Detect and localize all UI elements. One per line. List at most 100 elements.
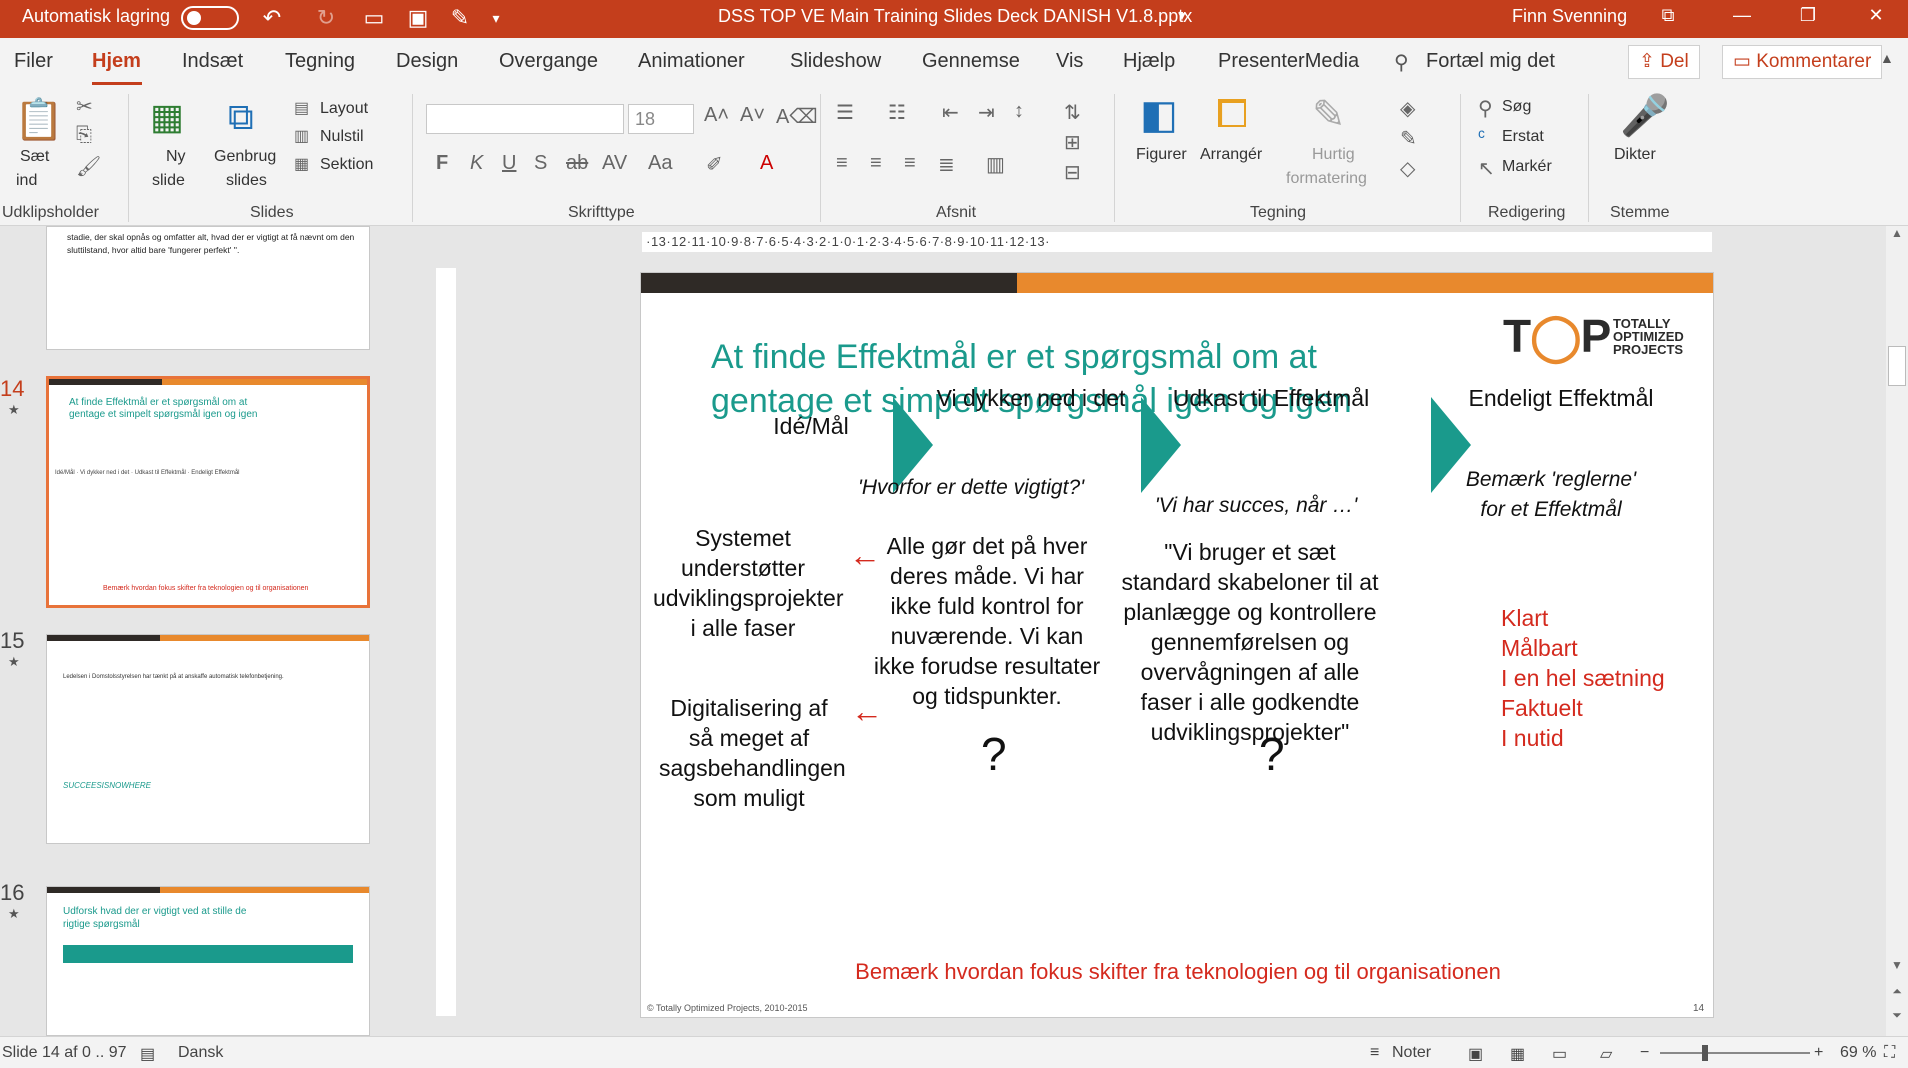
change-case-icon[interactable]: Aa bbox=[648, 152, 672, 175]
replace-button[interactable]: Erstat bbox=[1502, 128, 1544, 146]
quick-styles-label-2[interactable]: formatering bbox=[1286, 170, 1367, 188]
select-icon[interactable]: ↖ bbox=[1478, 156, 1495, 181]
edit-icon[interactable]: ✎ bbox=[446, 4, 474, 32]
tell-me-box[interactable]: Fortæl mig det bbox=[1426, 50, 1555, 73]
text-direction-icon[interactable]: ⇅ bbox=[1064, 100, 1081, 125]
horizontal-ruler[interactable]: ·13·12·11·10·9·8·7·6·5·4·3·2·1·0·1·2·3·4… bbox=[642, 232, 1712, 252]
justify-icon[interactable]: ≣ bbox=[938, 152, 955, 177]
maximize-button[interactable]: ❐ bbox=[1780, 0, 1836, 32]
undo-icon[interactable]: ↶ bbox=[258, 4, 286, 32]
search-icon[interactable]: ⚲ bbox=[1394, 50, 1409, 75]
clear-format-icon[interactable]: A⌫ bbox=[776, 104, 818, 129]
canvas-scrollbar[interactable]: ▲ ▼ ⏶ ⏷ bbox=[1886, 226, 1908, 1036]
scroll-down-icon[interactable]: ▼ bbox=[1886, 958, 1908, 980]
font-color-icon[interactable]: A bbox=[760, 152, 773, 175]
select-button[interactable]: Markér bbox=[1502, 158, 1552, 176]
fit-to-window-icon[interactable]: ⛶ bbox=[1884, 1044, 1895, 1062]
bold-icon[interactable]: F bbox=[436, 152, 448, 175]
increase-indent-icon[interactable]: ⇥ bbox=[978, 100, 995, 125]
reuse-slides-label-1[interactable]: Genbrug bbox=[214, 148, 276, 166]
user-name[interactable]: Finn Svenning bbox=[1512, 0, 1627, 38]
zoom-out-icon[interactable]: − bbox=[1640, 1044, 1649, 1062]
tab-slideshow[interactable]: Slideshow bbox=[790, 50, 881, 73]
reading-view-icon[interactable]: ▭ bbox=[1552, 1044, 1567, 1064]
tab-tegning[interactable]: Tegning bbox=[285, 50, 355, 73]
slide-sorter-icon[interactable]: ▦ bbox=[1510, 1044, 1525, 1064]
title-dropdown-icon[interactable]: ▼ bbox=[1176, 0, 1188, 38]
paste-label-2[interactable]: ind bbox=[16, 172, 37, 190]
font-size-combo[interactable]: 18 bbox=[628, 104, 694, 134]
format-painter-icon[interactable]: 🖌 bbox=[76, 154, 101, 179]
autosave-toggle[interactable] bbox=[181, 6, 239, 30]
shapes-icon[interactable]: ◧ bbox=[1140, 92, 1178, 138]
paste-icon[interactable]: 📋 bbox=[14, 96, 64, 146]
col2-header[interactable]: Vi dykker ned i det bbox=[931, 383, 1131, 413]
shape-effects-icon[interactable]: ◇ bbox=[1400, 156, 1415, 181]
col2-body[interactable]: Alle gør det på hver deres måde. Vi har … bbox=[869, 531, 1105, 711]
tab-animationer[interactable]: Animationer bbox=[638, 50, 745, 73]
col3-question-mark[interactable]: ? bbox=[1259, 727, 1285, 781]
col1-item-system[interactable]: Systemet understøtter udviklingsprojekte… bbox=[653, 523, 843, 643]
reset-icon[interactable]: ▥ bbox=[294, 126, 309, 146]
col3-header[interactable]: Udkast til Effektmål bbox=[1171, 383, 1371, 413]
tab-presentermedia[interactable]: PresenterMedia bbox=[1218, 50, 1359, 73]
scroll-thumb[interactable] bbox=[1888, 346, 1906, 386]
close-button[interactable]: ✕ bbox=[1848, 0, 1904, 32]
scroll-up-icon[interactable]: ▲ bbox=[1886, 226, 1908, 248]
rules-list[interactable]: Klart Målbart I en hel sætning Faktuelt … bbox=[1501, 603, 1665, 753]
tab-hjem[interactable]: Hjem bbox=[92, 50, 141, 73]
bullets-icon[interactable]: ☰ bbox=[836, 100, 854, 125]
columns-icon[interactable]: ▥ bbox=[986, 152, 1005, 177]
share-button[interactable]: ⇪ Del bbox=[1628, 45, 1700, 79]
present-icon[interactable]: ▭ bbox=[360, 4, 388, 32]
reuse-slides-icon[interactable]: ⧉ bbox=[228, 96, 254, 139]
italic-icon[interactable]: K bbox=[470, 152, 483, 175]
col4-note[interactable]: Bemærk 'reglerne' for et Effektmål bbox=[1461, 465, 1641, 525]
section-button[interactable]: Sektion bbox=[320, 156, 373, 174]
arrange-icon[interactable]: ⧠ bbox=[1216, 92, 1248, 137]
next-slide-icon[interactable]: ⏷ bbox=[1886, 1008, 1908, 1030]
previous-slide-icon[interactable]: ⏶ bbox=[1886, 984, 1908, 1006]
spellcheck-icon[interactable]: ▤ bbox=[140, 1044, 155, 1064]
thumbnail-16[interactable]: Udforsk hvad der er vigtigt ved at still… bbox=[46, 886, 370, 1036]
reset-button[interactable]: Nulstil bbox=[320, 128, 364, 146]
cut-icon[interactable]: ✂ bbox=[76, 94, 93, 119]
decrease-indent-icon[interactable]: ⇤ bbox=[942, 100, 959, 125]
zoom-slider-thumb[interactable] bbox=[1702, 1045, 1708, 1061]
minimize-button[interactable]: — bbox=[1714, 0, 1770, 32]
quick-styles-label-1[interactable]: Hurtig bbox=[1312, 146, 1355, 164]
col1-item-digitalisation[interactable]: Digitalisering af så meget af sagsbehand… bbox=[659, 693, 846, 813]
font-name-combo[interactable] bbox=[426, 104, 624, 134]
comments-button[interactable]: ▭ Kommentarer bbox=[1722, 45, 1883, 79]
dictate-button[interactable]: Dikter bbox=[1614, 146, 1656, 164]
col3-question[interactable]: 'Vi har succes, når …' bbox=[1121, 491, 1391, 521]
zoom-slider[interactable] bbox=[1660, 1052, 1810, 1054]
tab-vis[interactable]: Vis bbox=[1056, 50, 1083, 73]
slide-footnote[interactable]: Bemærk hvordan fokus skifter fra teknolo… bbox=[641, 959, 1713, 985]
numbering-icon[interactable]: ☷ bbox=[888, 100, 906, 125]
tab-hjaelp[interactable]: Hjælp bbox=[1123, 50, 1175, 73]
presenter-view-icon[interactable]: ▣ bbox=[404, 4, 432, 32]
align-text-icon[interactable]: ⊞ bbox=[1064, 130, 1081, 155]
layout-icon[interactable]: ▤ bbox=[294, 98, 309, 118]
col4-header[interactable]: Endeligt Effektmål bbox=[1461, 383, 1661, 413]
tab-overgange[interactable]: Overgange bbox=[499, 50, 598, 73]
redo-icon[interactable]: ↻ bbox=[312, 4, 340, 32]
col3-body[interactable]: "Vi bruger et sæt standard skabeloner ti… bbox=[1117, 537, 1383, 747]
layout-button[interactable]: Layout bbox=[320, 100, 368, 118]
shape-fill-icon[interactable]: ◈ bbox=[1400, 96, 1415, 121]
normal-view-icon[interactable]: ▣ bbox=[1468, 1044, 1483, 1064]
tab-indsaet[interactable]: Indsæt bbox=[182, 50, 243, 73]
customize-quick-access-icon[interactable]: ▾ bbox=[482, 4, 510, 32]
collapse-ribbon-icon[interactable]: ▲ bbox=[1880, 50, 1894, 66]
notes-button[interactable]: Noter bbox=[1392, 1044, 1431, 1062]
thumbnail-13[interactable]: stadie, der skal opnås og omfatter alt, … bbox=[46, 226, 370, 350]
ribbon-display-icon[interactable]: ⧉ bbox=[1640, 0, 1696, 32]
microphone-icon[interactable]: 🎤 bbox=[1620, 92, 1670, 139]
quick-styles-icon[interactable]: ✎ bbox=[1312, 92, 1346, 138]
increase-font-icon[interactable]: A˄ bbox=[704, 104, 729, 127]
tab-design[interactable]: Design bbox=[396, 50, 458, 73]
highlight-icon[interactable]: ✐ bbox=[706, 152, 723, 177]
arrange-button[interactable]: Arrangér bbox=[1200, 146, 1262, 164]
find-button[interactable]: Søg bbox=[1502, 98, 1531, 116]
